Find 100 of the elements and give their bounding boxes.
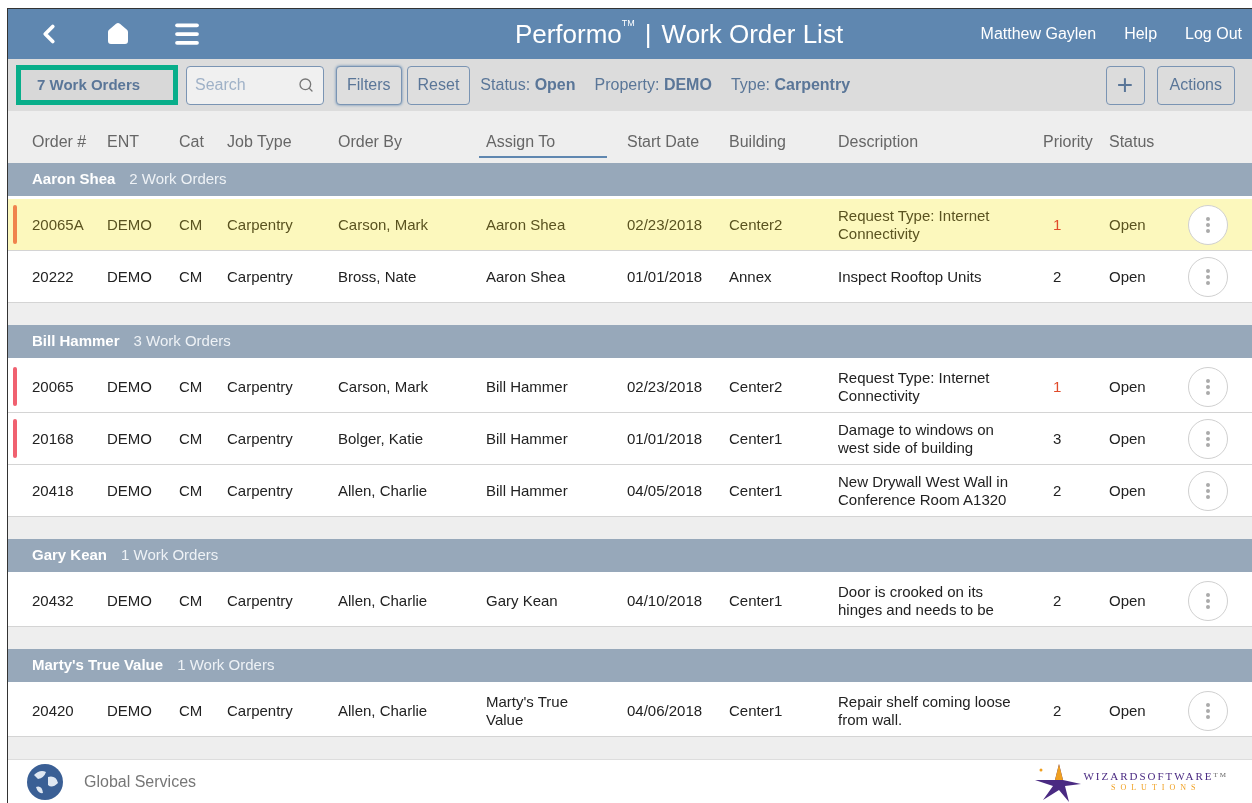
site-name: Global Services bbox=[84, 771, 197, 792]
table-cell-text: 2 bbox=[1052, 481, 1063, 500]
logo-tagline: SOLUTIONS bbox=[1111, 784, 1201, 792]
table-cell-text: 2 bbox=[1052, 591, 1063, 610]
more-button[interactable] bbox=[1188, 690, 1228, 731]
group-name: Aaron Shea bbox=[32, 169, 116, 190]
table-cell-text: New Drywall West Wall in Conference Room A1320 bbox=[838, 472, 1010, 509]
table-cell-text: 20420 bbox=[32, 701, 75, 720]
more-button[interactable] bbox=[1188, 256, 1228, 297]
table-cell-text: Open bbox=[1109, 215, 1147, 234]
actions-button[interactable]: Actions bbox=[1156, 65, 1235, 105]
table-cell-text: Annex bbox=[729, 267, 773, 286]
table-cell-text: Damage to windows on west side of building bbox=[838, 420, 995, 457]
table-cell-text: Open bbox=[1109, 377, 1147, 396]
table-cell-text: Center1 bbox=[729, 701, 784, 720]
column-header[interactable]: Description bbox=[838, 130, 1039, 158]
more-icon bbox=[1206, 592, 1210, 609]
table-cell-text: DEMO bbox=[107, 429, 153, 448]
table-cell-text: 3 bbox=[1052, 429, 1063, 448]
group-name: Gary Kean bbox=[32, 545, 108, 566]
table-cell-text: DEMO bbox=[107, 215, 153, 234]
table-cell-text: Open bbox=[1109, 267, 1147, 286]
filter-label: Property: DEMO bbox=[594, 75, 712, 95]
more-button[interactable] bbox=[1188, 580, 1228, 621]
home-icon[interactable] bbox=[106, 22, 130, 46]
group-count: 2 Work Orders bbox=[129, 169, 227, 190]
table-cell-text: DEMO bbox=[107, 701, 153, 720]
more-icon bbox=[1206, 702, 1210, 719]
table-cell-text: Bross, Nate bbox=[338, 267, 418, 286]
column-header[interactable]: Start Date bbox=[627, 130, 729, 158]
table-cell-text: Repair shelf coming loose from wall. bbox=[838, 692, 1012, 729]
title-separator: | bbox=[644, 17, 652, 51]
column-header[interactable]: Cat bbox=[179, 130, 227, 158]
table-cell-text: Carpentry bbox=[227, 267, 294, 286]
table-cell-text: 02/23/2018 bbox=[627, 377, 704, 396]
add-button[interactable]: + bbox=[1105, 65, 1145, 105]
table-cell-text: Carpentry bbox=[227, 481, 294, 500]
table-cell-text: 2 bbox=[1052, 701, 1063, 720]
table-cell-text: 02/23/2018 bbox=[627, 215, 704, 234]
table-cell-text: Bill Hammer bbox=[486, 481, 569, 500]
table-cell-text: 04/10/2018 bbox=[627, 591, 704, 610]
table-cell-text: Allen, Charlie bbox=[338, 481, 429, 500]
more-icon bbox=[1206, 268, 1210, 285]
column-header[interactable]: ENT bbox=[107, 130, 179, 158]
table-cell-text: CM bbox=[179, 481, 204, 500]
user-link[interactable]: Matthew Gaylen bbox=[980, 22, 1097, 46]
table-cell-text: Gary Kean bbox=[486, 591, 559, 610]
table-cell-text: 01/01/2018 bbox=[627, 267, 704, 286]
app-name: Performo bbox=[514, 17, 622, 51]
column-header[interactable]: Job Type bbox=[227, 130, 338, 158]
table-cell-text: CM bbox=[179, 215, 204, 234]
table-cell-text: CM bbox=[179, 701, 204, 720]
table-cell-text: Center1 bbox=[729, 591, 784, 610]
more-button[interactable] bbox=[1188, 418, 1228, 459]
table-cell-text: 20065A bbox=[32, 215, 85, 234]
table-cell-text: Carpentry bbox=[227, 215, 294, 234]
table-cell-text: CM bbox=[179, 267, 204, 286]
table-cell-text: Request Type: Internet Connectivity bbox=[838, 368, 991, 405]
table-cell-text: 20222 bbox=[32, 267, 75, 286]
toolbar-button[interactable]: Reset bbox=[406, 65, 471, 105]
column-header[interactable]: Order # bbox=[32, 130, 107, 158]
trademark: TM bbox=[621, 17, 635, 28]
table-cell-text: 20168 bbox=[32, 429, 75, 448]
header-link[interactable]: Log Out bbox=[1185, 22, 1242, 46]
search-field[interactable]: Search bbox=[186, 65, 324, 105]
table-cell-text: CM bbox=[179, 377, 204, 396]
table-row[interactable]: 20065A DEMO CM Carpentry Carson, Mark Aaron Shea 02/23/2018 Center2 Request Type: Internet Connectivity 1 Open bbox=[8, 199, 1252, 251]
table-cell-text: 04/06/2018 bbox=[627, 701, 704, 720]
table-cell-text: DEMO bbox=[107, 267, 153, 286]
group-name: Bill Hammer bbox=[32, 331, 120, 352]
more-button[interactable] bbox=[1188, 366, 1228, 407]
table-cell-text: 20065 bbox=[32, 377, 75, 396]
table-cell-text: Open bbox=[1109, 429, 1147, 448]
group-name: Marty's True Value bbox=[32, 655, 164, 676]
table-cell-text: Center1 bbox=[729, 481, 784, 500]
globe-icon bbox=[26, 762, 64, 801]
table-cell-text: DEMO bbox=[107, 591, 153, 610]
column-header[interactable]: Priority bbox=[1039, 130, 1109, 158]
more-button[interactable] bbox=[1188, 204, 1228, 245]
column-header[interactable]: Status bbox=[1109, 130, 1188, 158]
toolbar-button[interactable]: Filters bbox=[336, 65, 402, 105]
table-cell-text: CM bbox=[179, 429, 204, 448]
more-button[interactable] bbox=[1188, 470, 1228, 511]
table-cell-text: Center2 bbox=[729, 215, 784, 234]
page-title: Work Order List bbox=[661, 17, 844, 51]
table-cell-text: Carpentry bbox=[227, 429, 294, 448]
column-header[interactable]: Assign To bbox=[479, 130, 607, 158]
group-count: 3 Work Orders bbox=[133, 331, 231, 352]
table-cell-text: Open bbox=[1109, 481, 1147, 500]
table-cell-text: Allen, Charlie bbox=[338, 701, 429, 720]
table-cell-text: 20418 bbox=[32, 481, 75, 500]
group-count: 1 Work Orders bbox=[177, 655, 275, 676]
header-link[interactable]: Help bbox=[1124, 22, 1158, 46]
more-icon bbox=[1206, 430, 1210, 447]
table-cell-text: Bolger, Katie bbox=[338, 429, 425, 448]
table-cell-text: Allen, Charlie bbox=[338, 591, 429, 610]
table-cell-text: Request Type: Internet Connectivity bbox=[838, 206, 991, 243]
column-header[interactable]: Building bbox=[729, 130, 838, 158]
table-cell-text: 01/01/2018 bbox=[627, 429, 704, 448]
table-cell-text: Center2 bbox=[729, 377, 784, 396]
